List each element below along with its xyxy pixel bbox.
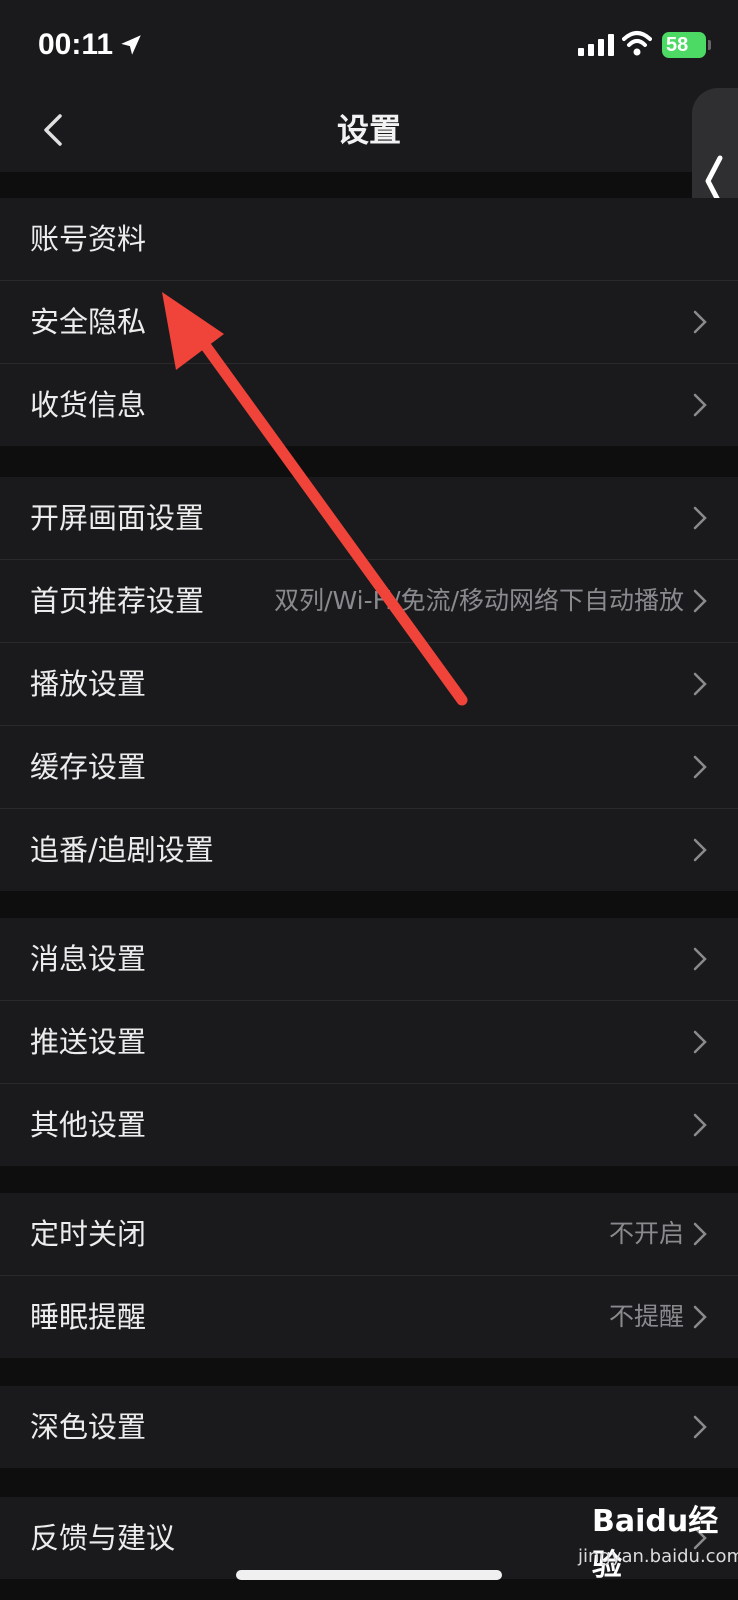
chevron-right-icon xyxy=(693,1222,707,1246)
settings-row-push[interactable]: 推送设置 xyxy=(0,1001,738,1084)
row-label: 睡眠提醒 xyxy=(30,1300,147,1334)
chevron-right-icon xyxy=(693,1030,707,1054)
cellular-signal-icon xyxy=(578,34,614,56)
row-label: 缓存设置 xyxy=(30,750,147,784)
row-label: 消息设置 xyxy=(30,942,147,976)
chevron-right-icon xyxy=(693,506,707,530)
row-label: 定时关闭 xyxy=(30,1217,147,1251)
row-label: 其他设置 xyxy=(30,1108,147,1142)
settings-row-playback[interactable]: 播放设置 xyxy=(0,643,738,726)
chevron-right-icon xyxy=(693,755,707,779)
row-label: 收货信息 xyxy=(30,388,147,422)
wifi-icon xyxy=(622,31,652,56)
settings-group-appearance: 深色设置 xyxy=(0,1386,738,1468)
row-label: 播放设置 xyxy=(30,667,147,701)
baidu-watermark: Baidu经验 jingyan.baidu.com xyxy=(570,1484,738,1592)
page-title: 设置 xyxy=(336,111,401,149)
settings-row-sleep-timer[interactable]: 定时关闭 不开启 xyxy=(0,1193,738,1276)
settings-row-cache[interactable]: 缓存设置 xyxy=(0,726,738,809)
settings-row-dark-mode[interactable]: 深色设置 xyxy=(0,1386,738,1468)
settings-row-security-privacy[interactable]: 安全隐私 xyxy=(0,281,738,364)
row-label: 首页推荐设置 xyxy=(30,584,205,618)
chevron-right-icon xyxy=(693,947,707,971)
chevron-right-icon xyxy=(693,1305,707,1329)
chevron-right-icon xyxy=(693,393,707,417)
settings-group-account: 账号资料 安全隐私 收货信息 xyxy=(0,198,738,446)
chevron-right-icon xyxy=(693,1415,707,1439)
battery-indicator: 58 xyxy=(662,32,706,58)
settings-row-home-recommend[interactable]: 首页推荐设置 双列/Wi-Fi/免流/移动网络下自动播放 xyxy=(0,560,738,643)
settings-row-sleep-reminder[interactable]: 睡眠提醒 不提醒 xyxy=(0,1276,738,1358)
location-arrow-icon xyxy=(121,35,141,55)
settings-row-follow-series[interactable]: 追番/追剧设置 xyxy=(0,809,738,891)
nav-bar: 设置 xyxy=(0,88,738,172)
settings-group-timers: 定时关闭 不开启 睡眠提醒 不提醒 xyxy=(0,1193,738,1358)
battery-nub xyxy=(708,40,711,50)
settings-row-other[interactable]: 其他设置 xyxy=(0,1084,738,1166)
status-time: 00:11 xyxy=(38,28,114,61)
row-label: 推送设置 xyxy=(30,1025,147,1059)
status-bar: 00:11 58 xyxy=(0,0,738,88)
settings-row-shipping-info[interactable]: 收货信息 xyxy=(0,364,738,446)
battery-level: 58 xyxy=(666,34,689,56)
settings-group-playback: 开屏画面设置 首页推荐设置 双列/Wi-Fi/免流/移动网络下自动播放 播放设置… xyxy=(0,477,738,891)
row-label: 追番/追剧设置 xyxy=(30,833,214,867)
settings-row-account-profile[interactable]: 账号资料 xyxy=(0,198,738,281)
row-label: 账号资料 xyxy=(30,222,147,256)
home-indicator[interactable] xyxy=(236,1570,502,1580)
chevron-right-icon xyxy=(693,1113,707,1137)
row-label: 反馈与建议 xyxy=(30,1521,176,1555)
settings-row-messages[interactable]: 消息设置 xyxy=(0,918,738,1001)
row-value: 不提醒 xyxy=(608,1302,684,1331)
chevron-right-icon xyxy=(693,310,707,334)
row-label: 深色设置 xyxy=(30,1410,147,1444)
row-value: 不开启 xyxy=(608,1219,684,1248)
row-label: 开屏画面设置 xyxy=(30,501,205,535)
chevron-right-icon xyxy=(693,672,707,696)
settings-group-notifications: 消息设置 推送设置 其他设置 xyxy=(0,918,738,1166)
chevron-right-icon xyxy=(693,589,707,613)
row-label: 安全隐私 xyxy=(30,305,147,339)
watermark-url: jingyan.baidu.com xyxy=(578,1546,738,1567)
chevron-right-icon xyxy=(693,838,707,862)
settings-row-splash-screen[interactable]: 开屏画面设置 xyxy=(0,477,738,560)
row-value: 双列/Wi-Fi/免流/移动网络下自动播放 xyxy=(274,586,684,615)
watermark-brand: Baidu经验 xyxy=(592,1504,719,1583)
